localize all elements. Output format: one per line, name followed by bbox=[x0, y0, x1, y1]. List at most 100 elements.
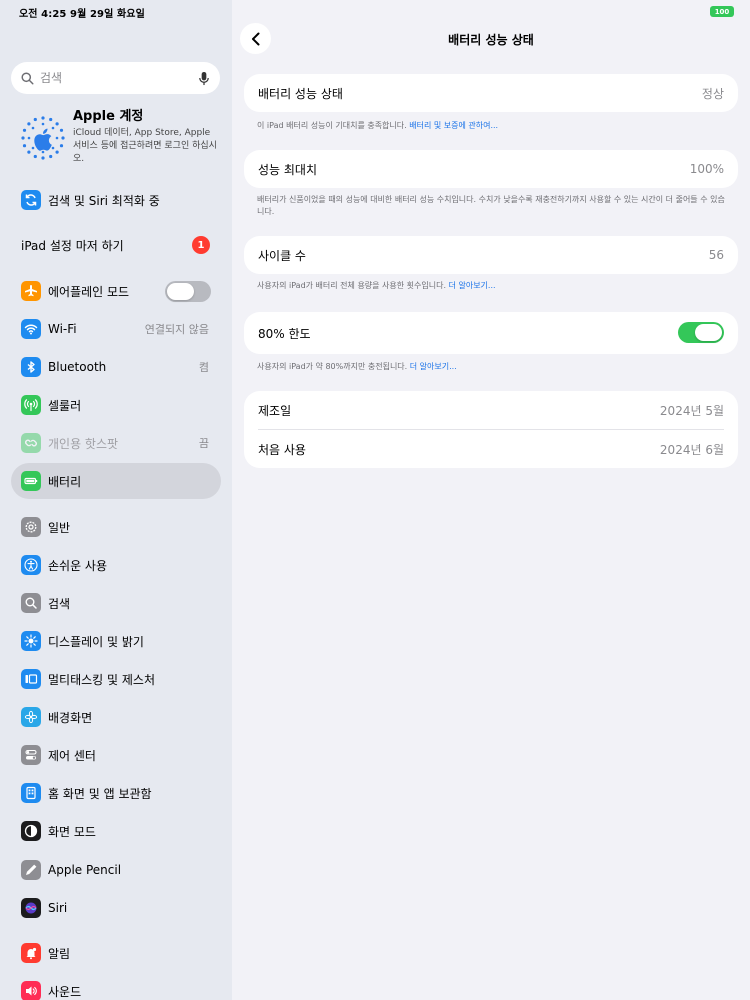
battery-warranty-link[interactable]: 배터리 및 보증에 관하여... bbox=[409, 121, 498, 130]
cellular-icon bbox=[21, 395, 41, 415]
status-battery-indicator: 100 bbox=[710, 6, 734, 17]
sidebar-item-label: 손쉬운 사용 bbox=[48, 558, 108, 573]
sidebar-item-label: 개인용 핫스팟 bbox=[48, 436, 119, 451]
search-icon bbox=[21, 71, 34, 85]
sidebar-item-wallpaper[interactable]: 배경화면 bbox=[11, 699, 221, 735]
row-value: 정상 bbox=[701, 86, 724, 101]
sidebar-item-cellular[interactable]: 셀룰러 bbox=[11, 387, 221, 423]
row-label: 제조일 bbox=[258, 403, 292, 418]
sidebar-item-label: 화면 모드 bbox=[48, 824, 96, 839]
sidebar-item-label: 배경화면 bbox=[48, 710, 93, 725]
status-time: 오전 4:25 9월 29일 화요일 bbox=[19, 9, 145, 20]
search-input[interactable] bbox=[40, 71, 198, 85]
sidebar-item-label: 디스플레이 및 밝기 bbox=[48, 634, 144, 649]
account-description: iCloud 데이터, App Store, Apple 서비스 등에 접근하려… bbox=[73, 128, 217, 164]
row-label: 80% 한도 bbox=[258, 326, 311, 341]
pencil-icon bbox=[21, 860, 41, 880]
dates-card: 제조일 2024년 5월 처음 사용 2024년 6월 bbox=[244, 391, 738, 468]
sidebar-item-label: iPad 설정 마저 하기 bbox=[21, 238, 124, 253]
max-capacity-card: 성능 최대치 100% bbox=[244, 150, 738, 188]
cycle-count-row: 사이클 수 56 bbox=[244, 236, 738, 274]
sidebar-item-apple-pencil[interactable]: Apple Pencil bbox=[11, 852, 221, 888]
row-label: 배터리 성능 상태 bbox=[258, 86, 343, 101]
sidebar-item-label: 알림 bbox=[48, 946, 71, 961]
sidebar-item-control-center[interactable]: 제어 센터 bbox=[11, 737, 221, 773]
max-capacity-note: 배터리가 신품이었을 때의 성능에 대비한 배터리 성능 수치입니다. 수치가 … bbox=[257, 195, 725, 216]
row-label: 사이클 수 bbox=[258, 248, 306, 263]
sidebar-item-label: 검색 bbox=[48, 596, 71, 611]
sidebar-item-general[interactable]: 일반 bbox=[11, 509, 221, 545]
battery-health-row: 배터리 성능 상태 정상 bbox=[244, 74, 738, 112]
sidebar-item-sounds[interactable]: 사운드 bbox=[11, 973, 221, 1000]
sidebar-item-label: Apple Pencil bbox=[48, 863, 122, 877]
toggle-knob bbox=[695, 324, 722, 341]
sidebar-item-label: 배터리 bbox=[48, 474, 82, 489]
sidebar-item-label: 제어 센터 bbox=[48, 748, 96, 763]
microphone-icon[interactable] bbox=[198, 71, 210, 86]
sidebar-item-label: 검색 및 Siri 최적화 중 bbox=[48, 193, 160, 208]
gear-icon bbox=[21, 517, 41, 537]
sidebar-item-home-screen[interactable]: 홈 화면 및 앱 보관함 bbox=[11, 775, 221, 811]
apple-account-avatar-icon bbox=[21, 116, 65, 160]
flower-icon bbox=[21, 707, 41, 727]
sidebar-item-label: 홈 화면 및 앱 보관함 bbox=[48, 786, 152, 801]
sidebar-item-siri[interactable]: Siri bbox=[11, 890, 221, 926]
sidebar-item-notifications[interactable]: 알림 bbox=[11, 935, 221, 971]
sidebar-item-accessibility[interactable]: 손쉬운 사용 bbox=[11, 547, 221, 583]
settings-screen: 오전 4:25 9월 29일 화요일 검색 Apple 계정 iCloud 데이… bbox=[0, 0, 750, 1000]
note-text: 사용자의 iPad가 약 80%까지만 충전됩니다. bbox=[257, 362, 408, 371]
sidebar-item-label: 멀티태스킹 및 제스처 bbox=[48, 672, 155, 687]
row-value: 56 bbox=[708, 248, 724, 262]
bell-icon bbox=[21, 943, 41, 963]
apple-account[interactable]: Apple 계정 iCloud 데이터, App Store, Apple 서비… bbox=[20, 108, 220, 172]
airplane-icon bbox=[21, 281, 41, 301]
wifi-status: 연결되지 않음 bbox=[144, 323, 209, 336]
charge-limit-row: 80% 한도 bbox=[244, 312, 738, 354]
sidebar-item-wifi[interactable]: Wi-Fi 연결되지 않음 bbox=[11, 311, 221, 347]
learn-more-link[interactable]: 더 알아보기... bbox=[449, 281, 496, 290]
battery-health-pane: 100 배터리 성능 상태 배터리 성능 상태 정상 이 iPad 배터리 성능… bbox=[232, 0, 750, 1000]
sidebar-item-label: 에어플레인 모드 bbox=[48, 284, 130, 299]
sidebar-item-label: Bluetooth bbox=[48, 360, 107, 374]
home-screen-icon bbox=[21, 783, 41, 803]
sidebar-item-personal-hotspot[interactable]: 개인용 핫스팟 끔 bbox=[11, 425, 221, 461]
sidebar-item-bluetooth[interactable]: Bluetooth 켬 bbox=[11, 349, 221, 385]
sidebar-item-siri-search[interactable]: 검색 및 Siri 최적화 중 bbox=[11, 182, 221, 218]
charge-limit-card: 80% 한도 bbox=[244, 312, 738, 354]
battery-health-card: 배터리 성능 상태 정상 bbox=[244, 74, 738, 112]
search-field[interactable] bbox=[11, 62, 220, 94]
bluetooth-status: 켬 bbox=[198, 361, 209, 374]
sidebar: 오전 4:25 9월 29일 화요일 검색 Apple 계정 iCloud 데이… bbox=[0, 0, 232, 1000]
charge-limit-note: 사용자의 iPad가 약 80%까지만 충전됩니다. 더 알아보기... bbox=[257, 361, 727, 373]
notification-badge: 1 bbox=[192, 236, 210, 254]
switches-icon bbox=[21, 745, 41, 765]
sidebar-item-display-brightness[interactable]: 디스플레이 및 밝기 bbox=[11, 623, 221, 659]
siri-icon bbox=[21, 898, 41, 918]
hotspot-link-icon bbox=[21, 433, 41, 453]
row-label: 성능 최대치 bbox=[258, 162, 318, 177]
wifi-icon bbox=[21, 319, 41, 339]
max-capacity-row: 성능 최대치 100% bbox=[244, 150, 738, 188]
sidebar-item-label: 사운드 bbox=[48, 984, 82, 999]
row-value: 2024년 5월 bbox=[659, 403, 724, 418]
toggle-knob bbox=[167, 282, 194, 300]
learn-more-link[interactable]: 더 알아보기... bbox=[410, 362, 457, 371]
sidebar-item-label: Wi-Fi bbox=[48, 322, 77, 336]
sidebar-item-finish-setup[interactable]: iPad 설정 마저 하기 1 bbox=[11, 227, 221, 263]
battery-icon bbox=[21, 471, 41, 491]
charge-limit-toggle[interactable] bbox=[678, 322, 724, 343]
airplane-mode-toggle[interactable] bbox=[165, 280, 211, 302]
sidebar-item-label: 셀룰러 bbox=[48, 398, 82, 413]
note-text: 이 iPad 배터리 성능이 기대치를 충족합니다. bbox=[257, 121, 407, 130]
sidebar-item-search[interactable]: 검색 bbox=[11, 585, 221, 621]
sidebar-item-label: 일반 bbox=[48, 520, 71, 535]
magnifier-icon bbox=[21, 593, 41, 613]
sidebar-item-battery[interactable]: 배터리 bbox=[11, 463, 221, 499]
row-label: 처음 사용 bbox=[258, 442, 306, 457]
sidebar-item-multitasking[interactable]: 멀티태스킹 및 제스처 bbox=[11, 661, 221, 697]
cycle-count-card: 사이클 수 56 bbox=[244, 236, 738, 274]
battery-health-note: 이 iPad 배터리 성능이 기대치를 충족합니다. 배터리 및 보증에 관하여… bbox=[257, 120, 727, 132]
sidebar-item-screen-mode[interactable]: 화면 모드 bbox=[11, 813, 221, 849]
refresh-icon bbox=[21, 190, 41, 210]
sun-icon bbox=[21, 631, 41, 651]
